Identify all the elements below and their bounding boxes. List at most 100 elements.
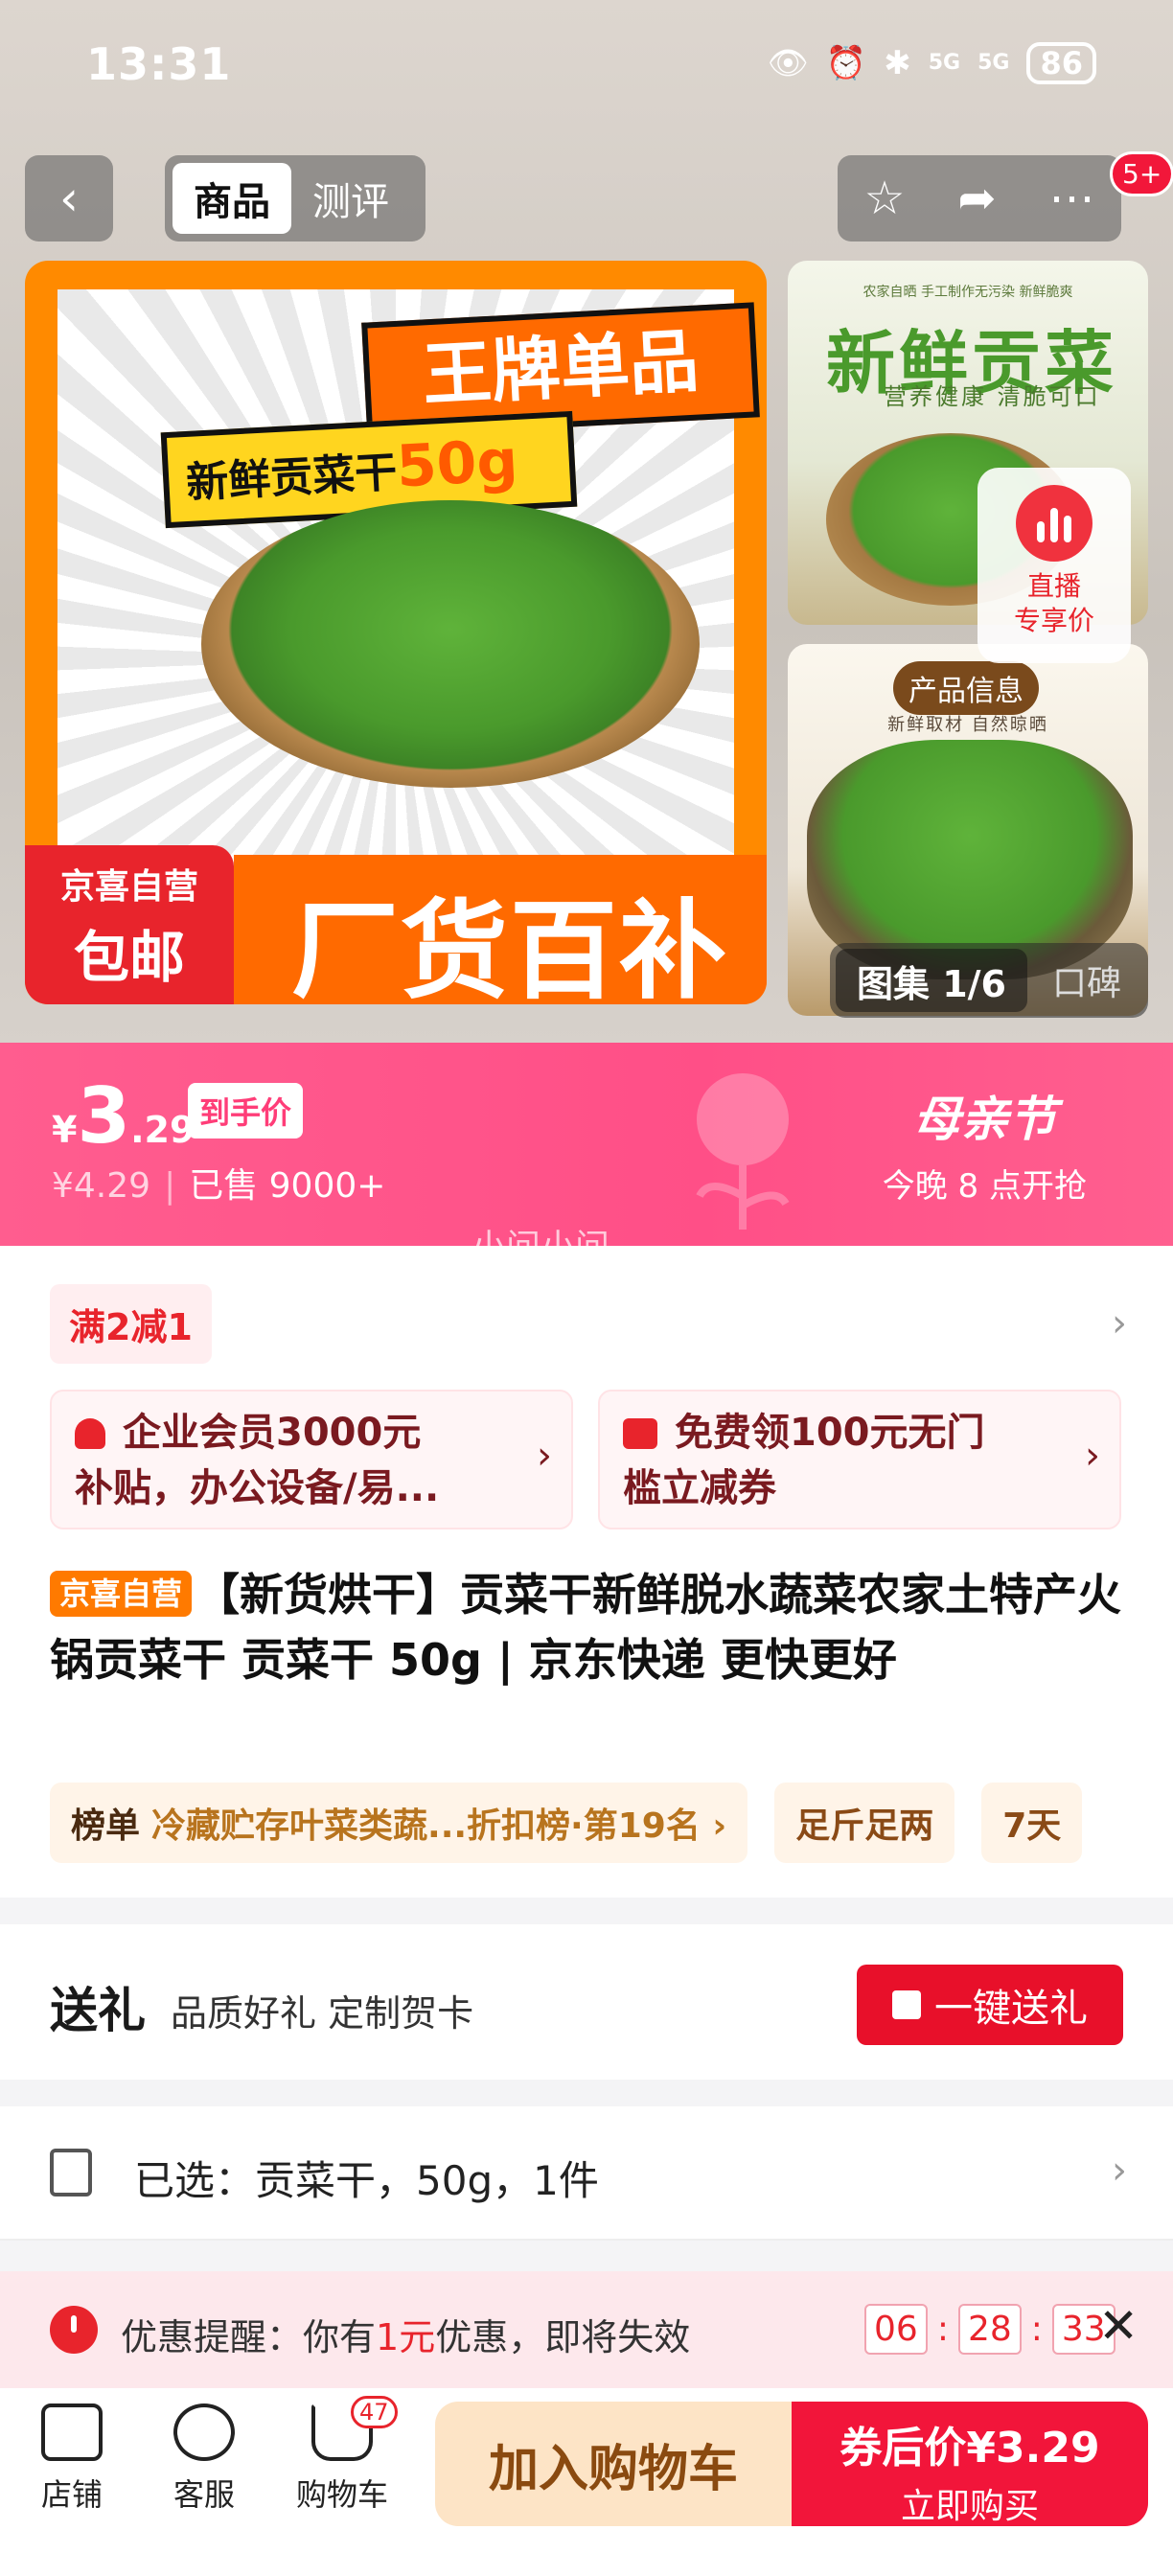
signal-icon-2: 5G (978, 51, 1010, 75)
back-button[interactable]: ‹ (25, 155, 113, 242)
customer-service-icon (173, 2404, 235, 2461)
selected-spec-row[interactable]: 已选：贡菜干，50g，1件 › (0, 2106, 1173, 2241)
signal-icon: 5G (928, 51, 961, 75)
cart-badge: 47 (351, 2396, 398, 2428)
festival-title: 母亲节 (912, 1092, 1057, 1147)
service-label: 客服 (172, 2476, 235, 2513)
send-gift-button[interactable]: 一键送礼 (857, 1965, 1123, 2045)
price-banner: ¥ 3 .29 到手价 ¥4.29 | 已售 9000+ 母亲节 今晚 8 点开抢 (0, 1043, 1173, 1246)
discount-tag[interactable]: 满2减1 (50, 1284, 212, 1364)
live-line2: 专享价 (1013, 605, 1094, 636)
gift-section: 送礼 品质好礼 定制贺卡 一键送礼 (0, 1924, 1173, 2080)
battery-icon: 86 (1026, 42, 1096, 84)
weight-chip-text: 足斤足两 (795, 1806, 934, 1846)
bottom-action-bar: 店铺 客服 47 购物车 加入购物车 券后价¥3.29 立即购买 (0, 2388, 1173, 2576)
send-gift-label: 一键送礼 (934, 1987, 1088, 2031)
price-integer: 3 (77, 1071, 131, 1161)
tab-bar: 商品 测评 (165, 155, 426, 242)
promo1-line1-text: 企业会员3000元 (123, 1411, 422, 1455)
shipping-sticker: 京喜自营 包邮 (25, 845, 234, 1004)
card-icon (623, 1418, 657, 1449)
reminder-text: 优惠提醒：你有1元优惠，即将失效 (121, 2308, 690, 2360)
enterprise-promo-card[interactable]: 企业会员3000元 补贴，办公设备/易... › (50, 1390, 573, 1530)
price-decimal: .29 (130, 1109, 196, 1151)
thumb1-small-text: 农家自晒 手工制作无污染 新鲜脆爽 (862, 285, 1073, 300)
rank-value: 冷藏贮存叶菜类蔬...折扣榜·第19名 › (151, 1806, 727, 1846)
store-icon (41, 2404, 103, 2461)
countdown-minutes: 28 (957, 2304, 1022, 2355)
sold-count: 已售 9000+ (189, 1166, 386, 1206)
coupon-promo-card[interactable]: 免费领100元无门 槛立减券 › (598, 1390, 1121, 1530)
status-icons: 👁 ⏰ ✱ 5G 5G 86 (768, 42, 1096, 84)
bluetooth-icon: ✱ (884, 44, 911, 82)
weight-chip[interactable]: 足斤足两 (774, 1782, 955, 1863)
countdown-timer: 06: 28: 33 (864, 2304, 1116, 2355)
checklist-icon (50, 2149, 92, 2196)
gift-icon (892, 1990, 921, 2019)
add-to-cart-button[interactable]: 加入购物车 (435, 2402, 792, 2526)
original-price: ¥4.29 (52, 1166, 151, 1206)
chevron-right-icon: › (1112, 2149, 1127, 2193)
original-price-row: ¥4.29 | 已售 9000+ (52, 1158, 385, 1208)
separator: | (164, 1166, 176, 1206)
star-icon[interactable]: ☆ (863, 172, 905, 225)
more-icon[interactable]: ⋯ (1049, 172, 1095, 225)
buy-now-button[interactable]: 券后价¥3.29 立即购买 (792, 2402, 1148, 2526)
return-chip-text: 7天 (1002, 1806, 1062, 1846)
chevron-right-icon[interactable]: › (1112, 1301, 1127, 1346)
gift-title: 送礼 (50, 1983, 146, 2038)
store-button[interactable]: 店铺 (10, 2404, 134, 2515)
alarm-icon: ⏰ (825, 44, 867, 82)
watermark: 小问小问 (472, 1228, 610, 1267)
promo2-line1-text: 免费领100元无门 (675, 1411, 985, 1455)
thumb2-subtitle: 新鲜取材 自然晾晒 (887, 715, 1048, 735)
cart-button[interactable]: 47 购物车 (280, 2396, 404, 2515)
gallery-tab[interactable]: 图集 1/6 (836, 949, 1027, 1012)
coupon-reminder-bar: 优惠提醒：你有1元优惠，即将失效 06: 28: 33 ✕ (0, 2271, 1173, 2388)
self-operated-badge: 京喜自营 (50, 1571, 193, 1617)
promo1-line1: 企业会员3000元 (75, 1405, 510, 1460)
store-label: 店铺 (40, 2476, 103, 2513)
live-line1: 直播 (1026, 570, 1081, 602)
close-icon[interactable]: ✕ (1098, 2298, 1138, 2354)
eye-icon: 👁 (767, 44, 809, 82)
product-title-text: 【新货烘干】贡菜干新鲜脱水蔬菜农家土特产火锅贡菜干 贡菜干 50g | 京东快递… (50, 1569, 1122, 1686)
final-price: ¥ 3 .29 (52, 1071, 195, 1161)
notification-badge: 5+ (1110, 151, 1173, 196)
cart-label: 购物车 (295, 2476, 388, 2513)
person-icon (75, 1418, 105, 1449)
sticker-line1: 京喜自营 (59, 867, 198, 907)
live-icon (1016, 485, 1092, 562)
selected-spec-text: 已选：贡菜干，50g，1件 (134, 2157, 599, 2204)
return-chip[interactable]: 7天 (981, 1782, 1083, 1863)
rose-icon (696, 1073, 790, 1230)
countdown-hours: 06 (864, 2304, 928, 2355)
share-icon[interactable]: ➦ (957, 172, 996, 225)
price-label: 到手价 (188, 1083, 304, 1138)
reminder-prefix: 优惠提醒：你有 (121, 2316, 377, 2358)
clock-icon (50, 2306, 98, 2354)
buy-action-label: 立即购买 (900, 2487, 1039, 2526)
rank-title: 榜单 (71, 1806, 141, 1846)
reminder-amount: 1元 (376, 2316, 436, 2358)
bottom-slogan: 厂货百补 (291, 889, 728, 1004)
gallery-switch: 图集 1/6 口碑 (830, 943, 1148, 1018)
thumb2-badge: 产品信息 (893, 661, 1039, 715)
tab-product[interactable]: 商品 (172, 163, 291, 234)
rank-chip[interactable]: 榜单 冷藏贮存叶菜类蔬...折扣榜·第19名 › (50, 1782, 748, 1863)
reminder-suffix: 优惠，即将失效 (435, 2316, 691, 2358)
festival-promo[interactable]: 母亲节 今晚 8 点开抢 (883, 1081, 1087, 1207)
gift-subtitle: 品质好礼 定制贺卡 (171, 1992, 474, 2035)
main-product-image[interactable]: 王牌单品 新鲜贡菜干50g 厂货百补 京喜自营 包邮 (25, 261, 767, 1004)
promo2-line2: 槛立减券 (623, 1466, 776, 1510)
banner-weight: 50g (395, 426, 520, 501)
rank-row: 榜单 冷藏贮存叶菜类蔬...折扣榜·第19名 › 足斤足两 7天 (50, 1782, 1083, 1863)
price-currency: ¥ (52, 1109, 78, 1151)
review-tab[interactable]: 口碑 (1027, 955, 1121, 1005)
service-button[interactable]: 客服 (142, 2404, 266, 2515)
product-title: 京喜自营 【新货烘干】贡菜干新鲜脱水蔬菜农家土特产火锅贡菜干 贡菜干 50g | … (50, 1562, 1133, 1692)
chevron-left-icon: ‹ (59, 171, 79, 226)
thumb1-subtitle: 营养健康 清脆可口 (884, 383, 1101, 410)
live-stream-button[interactable]: 直播 专享价 (978, 468, 1131, 663)
tab-review[interactable]: 测评 (291, 163, 410, 234)
